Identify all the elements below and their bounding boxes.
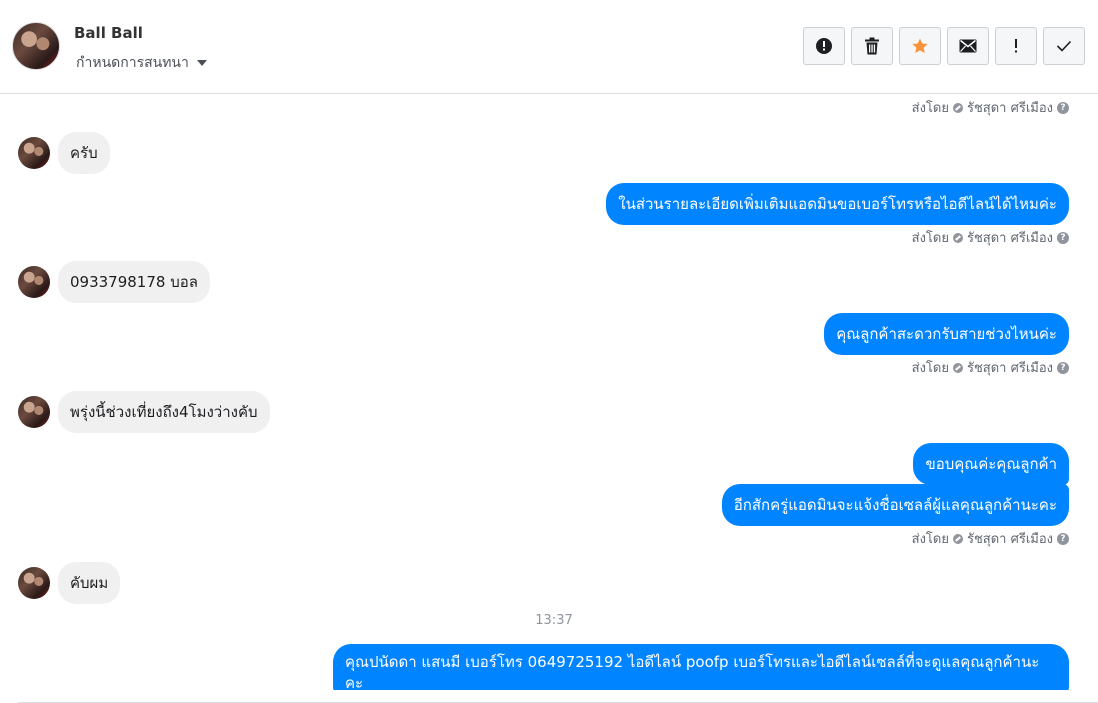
contact-avatar[interactable] [12, 22, 60, 70]
sent-by-prefix: ส่งโดย [911, 361, 949, 376]
mark-important-button[interactable] [995, 27, 1037, 65]
message-thread[interactable]: ส่งโดย รัชสุดา ศรีเมือง ? ครับ ในส่วนราย… [0, 94, 1098, 690]
star-button[interactable] [899, 27, 941, 65]
sent-by-agent[interactable]: รัชสุดา ศรีเมือง [967, 97, 1053, 118]
conversation-settings-label: กำหนดการสนทนา [76, 55, 189, 71]
outgoing-message-bubble[interactable]: ขอบคุณค่ะคุณลูกค้า [913, 443, 1069, 485]
alert-circle-icon [816, 38, 832, 54]
sent-by-line: ส่งโดย รัชสุดา ศรีเมือง ? [912, 357, 1069, 378]
outgoing-message-bubble[interactable]: คุณปนัดดา แสนมี เบอร์โทร 0649725192 ไอดี… [333, 644, 1069, 690]
report-button[interactable] [803, 27, 845, 65]
contact-avatar-small [18, 137, 50, 169]
message-bubble[interactable]: พรุ่งนี้ช่วงเที่ยงถึง4โมงว่างคับ [58, 391, 270, 433]
verified-icon [952, 533, 963, 544]
conversation-toolbar [803, 27, 1085, 65]
contact-name[interactable]: Ball Ball [74, 24, 143, 42]
incoming-message: คับผม [18, 562, 121, 604]
message-bubble[interactable]: คับผม [58, 562, 121, 604]
star-icon [912, 38, 928, 54]
conversation-settings-dropdown[interactable]: กำหนดการสนทนา [76, 52, 207, 74]
message-bubble[interactable]: 0933798178 บอล [58, 261, 210, 303]
message-bubble[interactable]: ครับ [58, 132, 110, 174]
verified-icon [952, 362, 963, 373]
help-icon[interactable]: ? [1057, 231, 1069, 244]
outgoing-message-bubble[interactable]: อีกสักครู่แอดมินจะแจ้งชื่อเซลล์ผู้แลคุณล… [721, 484, 1069, 526]
help-icon[interactable]: ? [1057, 101, 1069, 114]
help-icon[interactable]: ? [1057, 532, 1069, 545]
sent-by-prefix: ส่งโดย [911, 532, 949, 547]
outgoing-message-bubble[interactable]: ในส่วนรายละเอียดเพิ่มเติมแอดมินขอเบอร์โท… [606, 183, 1069, 225]
check-icon [1056, 40, 1072, 52]
message-timestamp: 13:37 [535, 613, 573, 628]
sent-by-line: ส่งโดย รัชสุดา ศรีเมือง ? [912, 227, 1069, 248]
contact-avatar-small [18, 396, 50, 428]
conversation-header: Ball Ball กำหนดการสนทนา [0, 0, 1098, 94]
sent-by-agent[interactable]: รัชสุดา ศรีเมือง [967, 227, 1053, 248]
incoming-message: พรุ่งนี้ช่วงเที่ยงถึง4โมงว่างคับ [18, 391, 270, 433]
sent-by-prefix: ส่งโดย [911, 231, 949, 246]
contact-avatar-small [18, 567, 50, 599]
trash-icon [865, 37, 879, 55]
exclamation-icon [1015, 39, 1017, 53]
contact-avatar-small [18, 266, 50, 298]
sent-by-agent[interactable]: รัชสุดา ศรีเมือง [967, 357, 1053, 378]
sent-by-agent[interactable]: รัชสุดา ศรีเมือง [967, 528, 1053, 549]
delete-button[interactable] [851, 27, 893, 65]
incoming-message: ครับ [18, 132, 110, 174]
mark-done-button[interactable] [1043, 27, 1085, 65]
envelope-icon [959, 39, 977, 53]
incoming-message: 0933798178 บอล [18, 261, 210, 303]
caret-down-icon [196, 60, 207, 66]
outgoing-message-bubble[interactable]: คุณลูกค้าสะดวกรับสายช่วงไหนค่ะ [824, 313, 1069, 355]
mark-unread-button[interactable] [947, 27, 989, 65]
sent-by-line: ส่งโดย รัชสุดา ศรีเมือง ? [912, 528, 1069, 549]
sent-by-line: ส่งโดย รัชสุดา ศรีเมือง ? [912, 97, 1069, 118]
help-icon[interactable]: ? [1057, 361, 1069, 374]
sent-by-prefix: ส่งโดย [911, 101, 949, 116]
verified-icon [952, 232, 963, 243]
verified-icon [952, 102, 963, 113]
